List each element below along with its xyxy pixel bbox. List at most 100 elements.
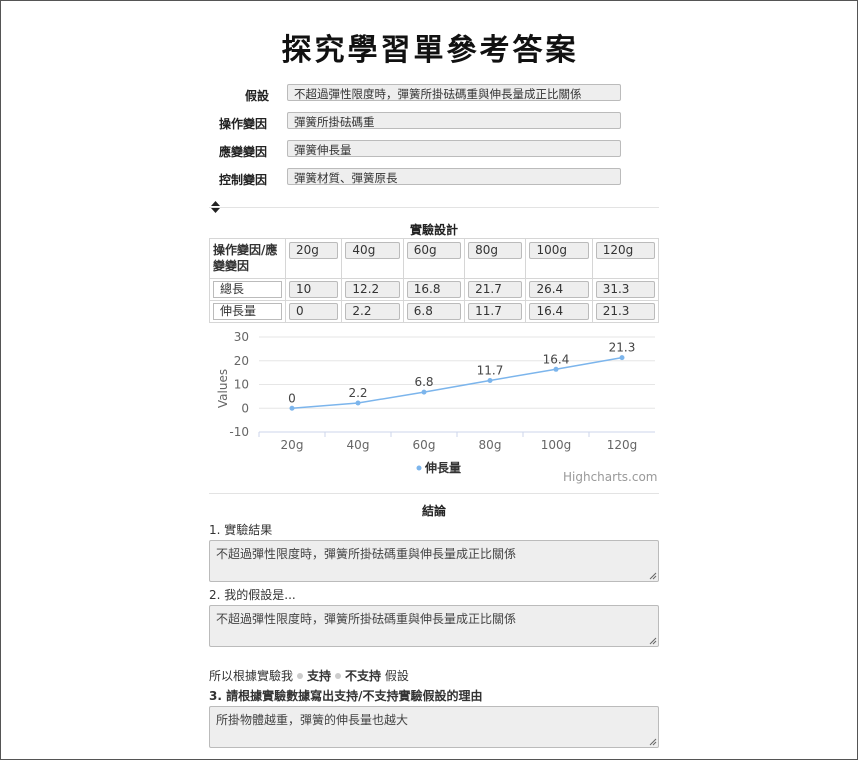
table-cell: 6.8	[402, 300, 466, 323]
responding-variable-field[interactable]: 彈簧伸長量	[287, 140, 621, 157]
table-cell: 16.8	[402, 278, 466, 301]
row-name-input[interactable]: 總長	[213, 281, 282, 298]
hypothesis-field[interactable]: 不超過彈性限度時，彈簧所掛砝碼重與伸長量成正比關係	[287, 84, 621, 101]
resize-handle-icon[interactable]	[649, 572, 657, 580]
value-input[interactable]: 16.4	[529, 303, 589, 320]
resize-handle-icon[interactable]	[649, 738, 657, 746]
conclusion-section-title: 結論	[421, 504, 446, 518]
q3-label: 3. 請根據實驗數據寫出支持/不支持實驗假設的理由	[209, 689, 483, 703]
column-header-cell: 100g	[525, 238, 593, 279]
design-header-row: 操作變因/應變變因 20g 40g 60g 80g 100g 120g	[209, 238, 660, 279]
q1-text: 不超過彈性限度時，彈簧所掛砝碼重與伸長量成正比關係	[216, 547, 517, 561]
legend-label: 伸長量	[424, 460, 461, 475]
worksheet-page: 探究學習單參考答案 假設 不超過彈性限度時，彈簧所掛砝碼重與伸長量成正比關係 操…	[0, 0, 858, 760]
design-section-title: 實驗設計	[409, 223, 458, 237]
q2-label: 2. 我的假設是...	[209, 588, 296, 602]
x-tick-label: 120g	[607, 438, 638, 452]
chart-credits[interactable]: Highcharts.com	[563, 470, 657, 484]
table-cell: 21.7	[464, 278, 527, 301]
x-tick-label: 40g	[347, 438, 370, 452]
column-header-input[interactable]: 80g	[468, 242, 523, 259]
controlled-variable-field[interactable]: 彈簧材質、彈簧原長	[287, 168, 621, 185]
support-choice-line: 所以根據實驗我 支持 不支持 假設	[209, 667, 409, 684]
design-corner-label: 操作變因/應變變因	[209, 238, 286, 279]
data-label: 0	[288, 391, 296, 405]
y-axis-title: Values	[216, 369, 230, 408]
manipulated-variable-field[interactable]: 彈簧所掛砝碼重	[287, 112, 621, 129]
y-tick-label: -10	[229, 425, 249, 439]
q1-label: 1. 實驗結果	[209, 523, 273, 537]
data-label: 6.8	[414, 375, 433, 389]
not-support-option-label[interactable]: 不支持	[345, 669, 381, 683]
hypothesis-row: 假設 不超過彈性限度時，彈簧所掛砝碼重與伸長量成正比關係	[209, 84, 621, 103]
data-label: 2.2	[348, 386, 367, 400]
column-header-cell: 20g	[284, 238, 343, 279]
hypothesis-label: 假設	[245, 89, 270, 103]
q2-textarea[interactable]: 不超過彈性限度時，彈簧所掛砝碼重與伸長量成正比關係	[209, 605, 659, 647]
value-input[interactable]: 6.8	[406, 303, 462, 320]
controlled-variable-row: 控制變因 彈簧材質、彈簧原長	[209, 168, 621, 187]
value-input[interactable]: 11.7	[468, 303, 523, 320]
q1-textarea[interactable]: 不超過彈性限度時，彈簧所掛砝碼重與伸長量成正比關係	[209, 540, 659, 582]
row-name-cell: 總長	[209, 278, 286, 301]
responding-variable-row: 應變變因 彈簧伸長量	[209, 140, 621, 159]
value-input[interactable]: 26.4	[529, 281, 589, 298]
column-header-cell: 40g	[341, 238, 404, 279]
q2-text: 不超過彈性限度時，彈簧所掛砝碼重與伸長量成正比關係	[216, 612, 517, 626]
row-name-input[interactable]: 伸長量	[213, 303, 282, 320]
value-input[interactable]: 0	[289, 303, 339, 320]
value-input[interactable]: 21.3	[595, 303, 655, 320]
value-input[interactable]: 31.3	[595, 281, 655, 298]
x-tick-label: 100g	[541, 438, 572, 452]
support-radio[interactable]	[297, 673, 304, 679]
manipulated-variable-row: 操作變因 彈簧所掛砝碼重	[209, 112, 621, 131]
support-option-label[interactable]: 支持	[307, 669, 331, 683]
table-cell: 31.3	[591, 278, 660, 301]
design-table: 操作變因/應變變因 20g 40g 60g 80g 100g 120g 總長 1…	[209, 238, 660, 323]
controlled-variable-label: 控制變因	[219, 173, 268, 187]
q3-text: 所掛物體越重，彈簧的伸長量也越大	[216, 713, 409, 727]
data-point	[289, 405, 295, 411]
table-cell: 26.4	[525, 278, 593, 301]
data-point	[421, 389, 427, 395]
value-input[interactable]: 2.2	[345, 303, 400, 320]
table-cell: 2.2	[341, 300, 404, 323]
table-cell: 16.4	[525, 300, 593, 323]
table-cell: 11.7	[464, 300, 527, 323]
column-header-cell: 60g	[402, 238, 466, 279]
column-header-input[interactable]: 40g	[345, 242, 400, 259]
column-header-input[interactable]: 100g	[529, 242, 589, 259]
column-header-input[interactable]: 60g	[406, 242, 462, 259]
y-tick-label: 10	[234, 378, 249, 392]
resize-handle-icon[interactable]	[649, 637, 657, 645]
x-tick-label: 20g	[281, 438, 304, 452]
elongation-line-chart: 30 20 10 0 -10 20g 40g 60g 80g 100g 120g Values 0 2.2…	[216, 330, 655, 475]
table-cell: 0	[284, 300, 343, 323]
divider	[209, 207, 659, 208]
y-tick-label: 30	[234, 330, 249, 344]
table-cell: 10	[284, 278, 343, 301]
sort-toggle-icon[interactable]	[210, 200, 221, 214]
value-input[interactable]: 16.8	[406, 281, 462, 298]
support-prefix: 所以根據實驗我	[209, 669, 294, 683]
not-support-radio[interactable]	[335, 673, 342, 679]
data-point	[619, 355, 625, 361]
q3-textarea[interactable]: 所掛物體越重，彈簧的伸長量也越大	[209, 706, 659, 748]
x-tick-label: 80g	[479, 438, 502, 452]
divider	[209, 493, 659, 494]
y-tick-label: 20	[234, 354, 249, 368]
responding-variable-label: 應變變因	[219, 145, 268, 159]
y-tick-label: 0	[241, 401, 249, 415]
data-point	[553, 366, 559, 372]
column-header-input[interactable]: 20g	[289, 242, 339, 259]
x-tick-label: 60g	[413, 438, 436, 452]
data-label: 11.7	[477, 363, 504, 377]
page-title: 探究學習單參考答案	[281, 33, 579, 68]
value-input[interactable]: 21.7	[468, 281, 523, 298]
value-input[interactable]: 10	[289, 281, 339, 298]
column-header-input[interactable]: 120g	[595, 242, 655, 259]
row-name-cell: 伸長量	[209, 300, 286, 323]
legend-symbol	[416, 465, 422, 471]
column-header-cell: 80g	[464, 238, 527, 279]
value-input[interactable]: 12.2	[345, 281, 400, 298]
